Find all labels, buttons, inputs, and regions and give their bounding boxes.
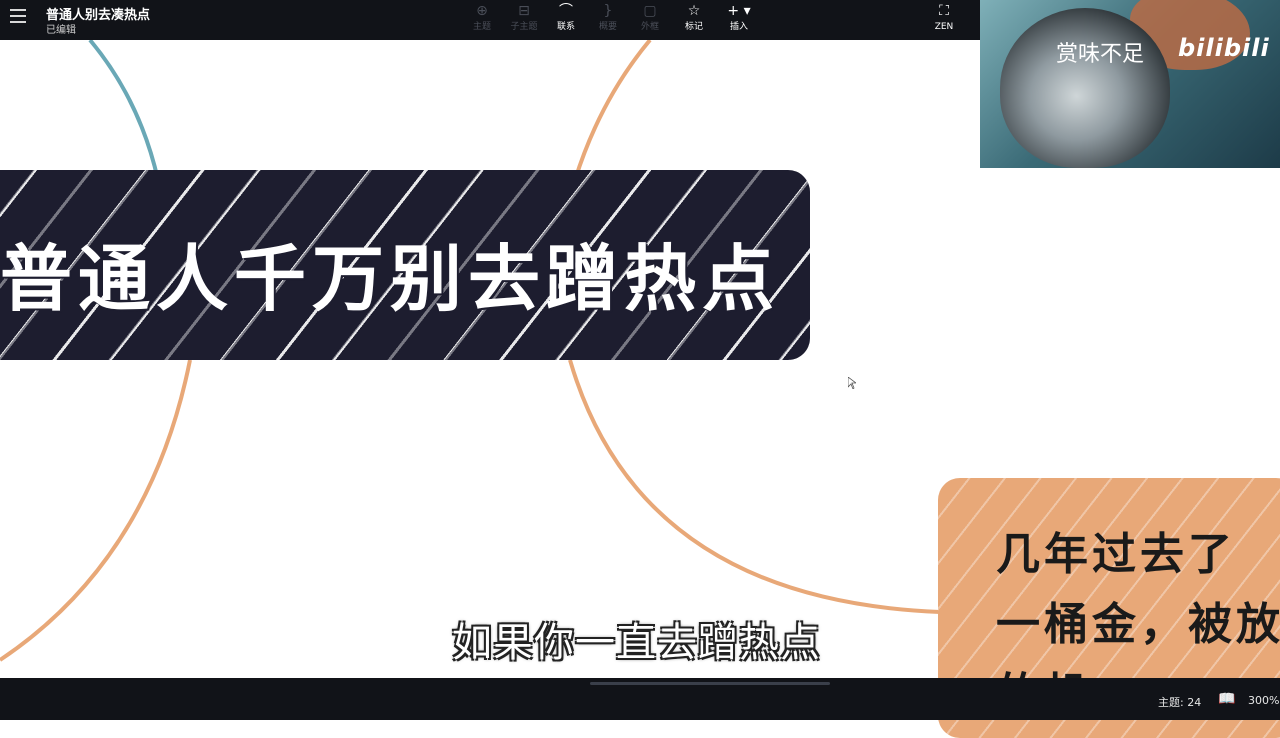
outline-book-icon[interactable]: 📖: [1218, 691, 1235, 707]
zoom-level[interactable]: 300%: [1248, 694, 1279, 707]
boundary-icon: ▢: [643, 3, 657, 19]
toolbar-topic-button[interactable]: ⊕ 主题: [460, 3, 504, 33]
summary-icon: }: [603, 3, 613, 19]
mouse-cursor-icon: [848, 377, 856, 389]
toolbar-summary-button[interactable]: } 概要: [586, 3, 630, 33]
subtopic-line-1: 几年过去了: [996, 529, 1236, 580]
streamer-avatar: [1000, 8, 1170, 168]
hamburger-menu-icon[interactable]: [10, 9, 26, 23]
subtopic-icon: ⊟: [518, 3, 530, 19]
subtopic-line-2: 一桶金，被放: [996, 599, 1280, 650]
central-topic-node[interactable]: 普通人千万别去蹭热点: [0, 170, 810, 360]
branch-line-bottom-right: [568, 359, 941, 614]
relationship-icon: ⌒: [559, 3, 573, 19]
toolbar-marker-button[interactable]: ☆ 标记: [672, 3, 716, 33]
bilibili-logo: bilibili: [1178, 34, 1270, 62]
toolbar-relationship-button[interactable]: ⌒ 联系: [544, 3, 588, 33]
branch-line-bottom-left: [0, 359, 192, 662]
status-bar: 主题: 24 📖 300%: [0, 678, 1280, 720]
zen-mode-button[interactable]: ⛶ ZEN: [922, 3, 966, 33]
branch-line-top-right: [573, 40, 652, 181]
central-topic-text: 普通人千万别去蹭热点: [0, 237, 781, 321]
fullscreen-icon: ⛶: [939, 3, 949, 19]
top-toolbar: 普通人别去凑热点 已编辑 ⊕ 主题 ⊟ 子主题 ⌒ 联系 } 概要 ▢ 外框 ☆…: [0, 0, 980, 40]
webcam-caption: 赏味不足: [1056, 42, 1145, 67]
document-status: 已编辑: [46, 25, 76, 36]
toolbar-boundary-button[interactable]: ▢ 外框: [628, 3, 672, 33]
toolbar-subtopic-button[interactable]: ⊟ 子主题: [502, 3, 546, 33]
topic-count: 主题: 24: [1158, 696, 1202, 709]
star-icon: ☆: [687, 3, 701, 19]
horizontal-scrollbar[interactable]: [590, 682, 830, 685]
toolbar-insert-button[interactable]: + ▾ 插入: [717, 3, 761, 33]
branch-line-top-left: [88, 40, 160, 181]
plus-icon: + ▾: [727, 3, 751, 19]
topic-icon: ⊕: [476, 3, 488, 19]
webcam-overlay: 赏味不足 bilibili: [980, 0, 1280, 168]
video-subtitle: 如果你一直去蹭热点: [452, 620, 821, 666]
